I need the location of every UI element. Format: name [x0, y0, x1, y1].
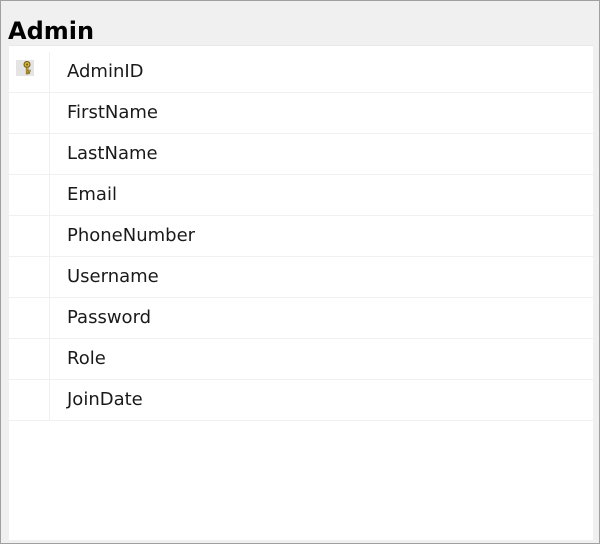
row-selector[interactable] — [9, 134, 50, 174]
column-row[interactable]: AdminID — [9, 52, 593, 93]
row-selector[interactable] — [9, 380, 50, 420]
column-name: Email — [67, 184, 117, 205]
row-selector[interactable] — [9, 175, 50, 215]
column-list-panel: AdminID FirstName LastName Email PhoneNu… — [9, 45, 593, 540]
column-row[interactable]: PhoneNumber — [9, 216, 593, 257]
column-row[interactable]: JoinDate — [9, 380, 593, 421]
column-name: JoinDate — [67, 389, 143, 410]
column-name: FirstName — [67, 102, 158, 123]
column-name: AdminID — [67, 61, 144, 82]
table-title[interactable]: Admin — [8, 16, 94, 46]
key-icon — [16, 60, 34, 76]
row-selector[interactable] — [9, 216, 50, 256]
row-selector[interactable] — [9, 298, 50, 338]
row-selector[interactable] — [9, 339, 50, 379]
column-row[interactable]: LastName — [9, 134, 593, 175]
column-name: LastName — [67, 143, 158, 164]
column-name: Password — [67, 307, 152, 328]
row-selector[interactable] — [9, 93, 50, 133]
column-row[interactable]: Password — [9, 298, 593, 339]
column-row[interactable]: Role — [9, 339, 593, 380]
column-list: AdminID FirstName LastName Email PhoneNu… — [9, 52, 593, 421]
column-row[interactable]: FirstName — [9, 93, 593, 134]
column-name: Username — [67, 266, 159, 287]
column-row[interactable]: Username — [9, 257, 593, 298]
row-selector[interactable] — [9, 52, 50, 92]
column-row[interactable]: Email — [9, 175, 593, 216]
column-name: Role — [67, 348, 106, 369]
table-designer-window: Admin AdminID FirstName LastName Email P… — [0, 0, 600, 544]
column-name: PhoneNumber — [67, 225, 196, 246]
row-selector[interactable] — [9, 257, 50, 297]
